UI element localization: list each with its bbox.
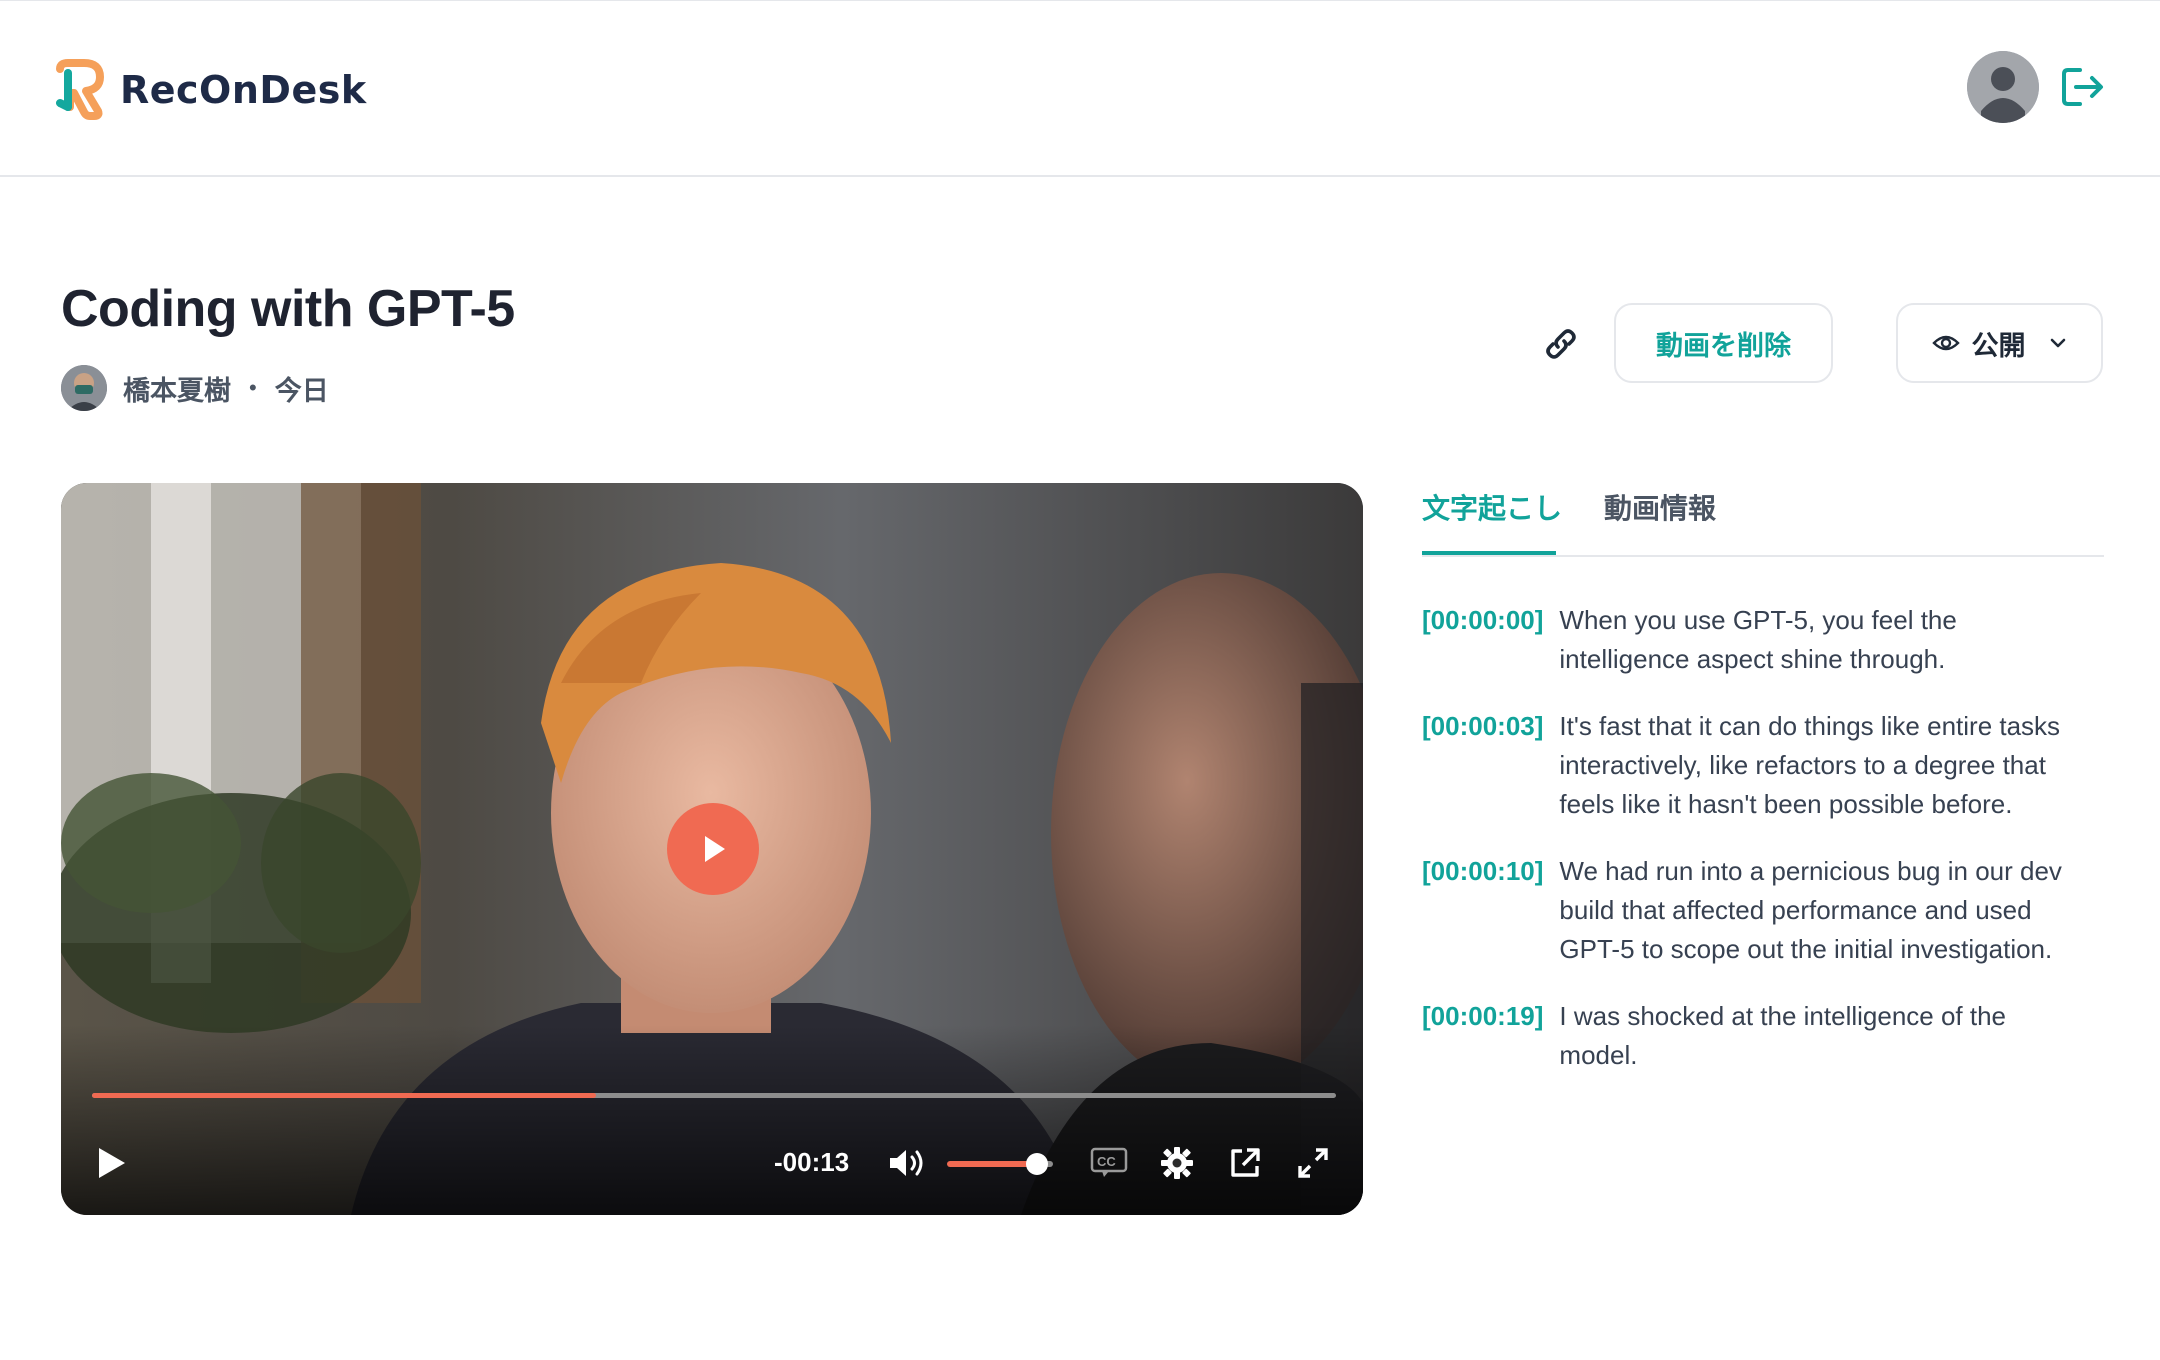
app-logo[interactable]: RecOnDesk: [56, 59, 367, 121]
transcript-timestamp[interactable]: [00:00:03]: [1422, 707, 1543, 824]
top-header: RecOnDesk: [0, 1, 2160, 177]
transcript-timestamp[interactable]: [00:00:00]: [1422, 601, 1543, 679]
visibility-label: 公開: [1971, 330, 2026, 361]
transcript-text: I was shocked at the intelligence of the…: [1559, 1001, 2007, 1070]
tab-transcript[interactable]: 文字起こし: [1422, 487, 1562, 527]
video-meta: 橋本夏樹 • 今日: [61, 365, 329, 411]
visibility-dropdown[interactable]: 公開: [1896, 303, 2103, 383]
author-avatar: [61, 365, 107, 411]
delete-video-button[interactable]: 動画を削除: [1614, 303, 1833, 383]
transcript-entry[interactable]: [00:00:03] It's fast that it can do thin…: [1422, 707, 2082, 824]
meta-separator: •: [249, 375, 257, 400]
settings-button[interactable]: [1157, 1143, 1197, 1183]
upload-date: 今日: [274, 375, 329, 406]
page: RecOnDesk Coding with GPT-5 橋本夏樹 • 今日 動画…: [0, 0, 2160, 1360]
transcript-text: When you use GPT-5, you feel the intelli…: [1559, 605, 1957, 674]
svg-text:CC: CC: [1097, 1154, 1116, 1169]
volume-handle[interactable]: [1026, 1153, 1049, 1175]
logout-icon[interactable]: [2060, 64, 2106, 110]
play-icon: [99, 1148, 125, 1178]
active-tab-indicator: [1422, 551, 1556, 555]
tab-video-info[interactable]: 動画情報: [1604, 487, 1716, 527]
transcript-text: It's fast that it can do things like ent…: [1559, 711, 2061, 819]
progress-fill: [92, 1093, 596, 1098]
copy-link-button[interactable]: [1540, 323, 1582, 365]
transcript-timestamp[interactable]: [00:00:19]: [1422, 997, 1543, 1075]
author-name[interactable]: 橋本夏樹: [123, 369, 231, 408]
transcript-entry[interactable]: [00:00:10] We had run into a pernicious …: [1422, 852, 2082, 969]
external-link-icon: [1231, 1148, 1260, 1177]
popout-button[interactable]: [1225, 1143, 1265, 1183]
controls-overlay: [61, 1025, 1363, 1215]
video-player[interactable]: -00:13 CC: [61, 483, 1363, 1215]
fullscreen-button[interactable]: [1293, 1143, 1333, 1183]
transcript-text: We had run into a pernicious bug in our …: [1559, 856, 2062, 964]
cc-icon: CC: [1090, 1147, 1128, 1177]
progress-bar[interactable]: [92, 1093, 1336, 1098]
video-title: Coding with GPT-5: [61, 280, 515, 338]
transcript-list: [00:00:00] When you use GPT-5, you feel …: [1422, 601, 2082, 1103]
transcript-timestamp[interactable]: [00:00:10]: [1422, 852, 1543, 969]
big-play-button[interactable]: [667, 803, 759, 895]
play-icon: [705, 836, 725, 862]
time-remaining: -00:13: [774, 1147, 850, 1177]
play-button[interactable]: [91, 1143, 131, 1183]
reconDesk-logo-icon: [56, 59, 104, 121]
transcript-entry[interactable]: [00:00:00] When you use GPT-5, you feel …: [1422, 601, 2082, 679]
eye-icon: [1931, 335, 1960, 351]
chevron-down-icon: [2050, 338, 2065, 348]
volume-icon: [890, 1150, 923, 1176]
transcript-entry[interactable]: [00:00:19] I was shocked at the intellig…: [1422, 997, 2082, 1075]
app-name: RecOnDesk: [120, 68, 367, 112]
gear-icon: [1161, 1147, 1193, 1179]
fullscreen-icon: [1298, 1148, 1328, 1178]
delete-video-label: 動画を削除: [1656, 330, 1791, 361]
user-avatar-icon[interactable]: [1967, 51, 2039, 123]
captions-button[interactable]: CC: [1089, 1143, 1129, 1183]
link-icon: [1546, 329, 1576, 359]
mute-button[interactable]: [885, 1143, 929, 1183]
panel-tabs: 文字起こし 動画情報: [1422, 481, 2104, 557]
